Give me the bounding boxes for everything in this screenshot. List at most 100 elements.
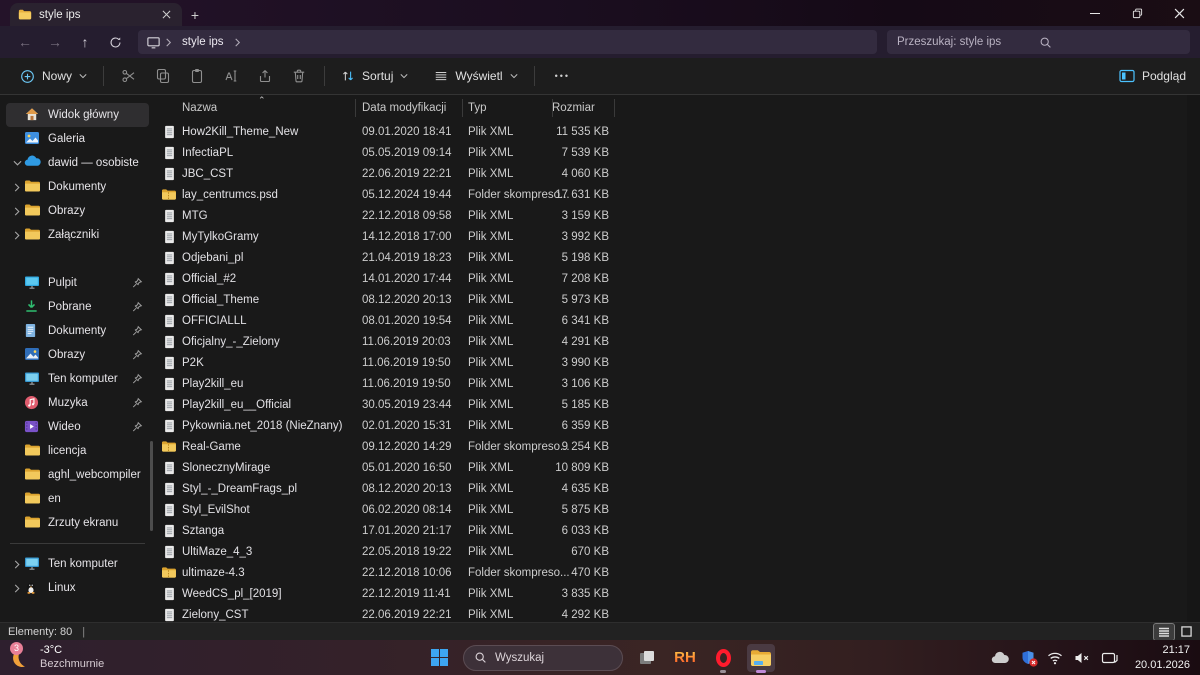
restore-button[interactable] [1116,0,1158,26]
refresh-icon[interactable] [100,29,130,55]
file-row[interactable]: WeedCS_pl_[2019] 22.12.2019 11:41 Plik X… [155,583,1200,604]
share-icon[interactable] [248,62,282,90]
minimize-button[interactable] [1074,0,1116,26]
file-row[interactable]: MTG 22.12.2018 09:58 Plik XML 3 159 KB [155,205,1200,226]
file-explorer-icon[interactable] [747,644,775,672]
sidebar-item-aghl-webcompiler[interactable]: aghl_webcompiler [6,463,149,487]
forward-icon[interactable]: → [40,29,70,55]
chevron-right-icon[interactable] [10,560,24,569]
sidebar-item-obrazy[interactable]: Obrazy [6,343,149,367]
sidebar-item-wideo[interactable]: Wideo [6,415,149,439]
column-header-size[interactable]: Rozmiar [552,102,614,114]
file-row[interactable]: SlonecznyMirage 05.01.2020 16:50 Plik XM… [155,457,1200,478]
rh-app-icon[interactable]: RH [671,644,699,672]
file-row[interactable]: Official_#2 14.01.2020 17:44 Plik XML 7 … [155,268,1200,289]
column-divider[interactable] [355,99,356,117]
search-icon[interactable] [1039,36,1181,49]
sidebar-item-en[interactable]: en [6,487,149,511]
rename-icon[interactable] [214,62,248,90]
chevron-down-icon[interactable] [10,160,24,166]
sidebar-item-dokumenty[interactable]: Dokumenty [6,175,149,199]
volume-muted-icon[interactable] [1074,651,1090,665]
sidebar-scrollbar[interactable] [150,441,153,531]
back-icon[interactable]: ← [10,29,40,55]
clock[interactable]: 21:17 20.01.2026 [1135,643,1190,672]
sidebar-item-ten-komputer[interactable]: Ten komputer [6,552,149,576]
column-divider[interactable] [552,99,553,117]
column-divider[interactable] [462,99,463,117]
file-row[interactable]: How2Kill_Theme_New 09.01.2020 18:41 Plik… [155,121,1200,142]
sidebar-item-galeria[interactable]: Galeria [6,127,149,151]
sort-button[interactable]: Sortuj [333,62,416,90]
start-button[interactable] [425,644,453,672]
file-row[interactable]: Oficjalny_-_Zielony 11.06.2019 20:03 Pli… [155,331,1200,352]
icons-view-toggle[interactable] [1176,624,1196,640]
sidebar-item-pobrane[interactable]: Pobrane [6,295,149,319]
copy-icon[interactable] [146,62,180,90]
file-row[interactable]: Styl_-_DreamFrags_pl 08.12.2020 20:13 Pl… [155,478,1200,499]
file-row[interactable]: Play2kill_eu 11.06.2019 19:50 Plik XML 3… [155,373,1200,394]
sidebar-item-muzyka[interactable]: Muzyka [6,391,149,415]
sidebar-item-pulpit[interactable]: Pulpit [6,271,149,295]
snipping-app-icon[interactable] [633,644,661,672]
file-list-scrollbar[interactable] [1187,95,1200,622]
chevron-right-icon[interactable] [10,183,24,192]
file-row[interactable]: InfectiaPL 05.05.2019 09:14 Plik XML 7 5… [155,142,1200,163]
sidebar-item-dokumenty[interactable]: Dokumenty [6,319,149,343]
sidebar-item-dawid-osobiste[interactable]: dawid — osobiste [6,151,149,175]
breadcrumb[interactable]: style ips [176,36,230,48]
file-row[interactable]: OFFICIALLL 08.01.2020 19:54 Plik XML 6 3… [155,310,1200,331]
chevron-right-icon[interactable] [10,207,24,216]
file-row[interactable]: MyTylkoGramy 14.12.2018 17:00 Plik XML 3… [155,226,1200,247]
sidebar-item-obrazy[interactable]: Obrazy [6,199,149,223]
opera-icon[interactable] [709,644,737,672]
new-button[interactable]: Nowy [12,62,95,90]
paste-icon[interactable] [180,62,214,90]
details-view-toggle[interactable] [1154,624,1174,640]
this-pc-icon[interactable] [146,35,161,50]
cut-icon[interactable] [112,62,146,90]
onedrive-tray-icon[interactable] [991,651,1009,665]
tab-close-icon[interactable] [158,7,174,23]
sidebar-item-ten-komputer[interactable]: Ten komputer [6,367,149,391]
preview-button[interactable]: Podgląd [1119,69,1186,83]
tray-app-icon[interactable] [1101,651,1118,665]
chevron-right-icon[interactable] [10,231,24,240]
more-options-icon[interactable]: ••• [543,71,582,81]
file-row[interactable]: Sztanga 17.01.2020 21:17 Plik XML 6 033 … [155,520,1200,541]
column-header-type[interactable]: Typ [462,102,552,114]
file-row[interactable]: JBC_CST 22.06.2019 22:21 Plik XML 4 060 … [155,163,1200,184]
new-tab-button[interactable]: + [182,3,208,26]
file-row[interactable]: UltiMaze_4_3 22.05.2018 19:22 Plik XML 6… [155,541,1200,562]
file-row[interactable]: Odjebani_pl 21.04.2019 18:23 Plik XML 5 … [155,247,1200,268]
delete-icon[interactable] [282,62,316,90]
explorer-tab[interactable]: style ips [10,3,182,26]
file-row[interactable]: P2K 11.06.2019 19:50 Plik XML 3 990 KB [155,352,1200,373]
up-icon[interactable]: ↑ [70,29,100,55]
security-tray-icon[interactable] [1020,650,1036,666]
close-button[interactable] [1158,0,1200,26]
sidebar-item-widok-g-wny[interactable]: Widok główny [6,103,149,127]
chevron-right-icon[interactable] [10,584,24,593]
address-bar[interactable]: style ips [138,30,877,54]
breadcrumb-chevron-icon[interactable] [234,38,241,47]
search-input[interactable]: Przeszukaj: style ips [887,30,1190,54]
sidebar-item-licencja[interactable]: licencja [6,439,149,463]
taskbar-search[interactable]: Wyszukaj [463,645,623,671]
wifi-icon[interactable] [1047,651,1063,665]
file-row[interactable]: Play2kill_eu__Official 30.05.2019 23:44 … [155,394,1200,415]
file-row[interactable]: lay_centrumcs.psd 05.12.2024 19:44 Folde… [155,184,1200,205]
sidebar-item-linux[interactable]: Linux [6,576,149,600]
file-row[interactable]: Official_Theme 08.12.2020 20:13 Plik XML… [155,289,1200,310]
column-header-name[interactable]: Nazwa [182,102,355,114]
file-row[interactable]: ultimaze-4.3 22.12.2018 10:06 Folder sko… [155,562,1200,583]
file-row[interactable]: Real-Game 09.12.2020 14:29 Folder skompr… [155,436,1200,457]
column-divider[interactable] [614,99,615,117]
file-row[interactable]: Styl_EvilShot 06.02.2020 08:14 Plik XML … [155,499,1200,520]
sidebar-item-zrzuty-ekranu[interactable]: Zrzuty ekranu [6,511,149,535]
view-button[interactable]: Wyświetl [426,62,525,90]
file-row[interactable]: Pykownia.net_2018 (NieZnany) 02.01.2020 … [155,415,1200,436]
column-header-date[interactable]: Data modyfikacji [355,102,462,114]
sidebar-item-za-czniki[interactable]: Załączniki [6,223,149,247]
weather-widget[interactable]: 3 -3°C Bezchmurnie [8,640,104,675]
